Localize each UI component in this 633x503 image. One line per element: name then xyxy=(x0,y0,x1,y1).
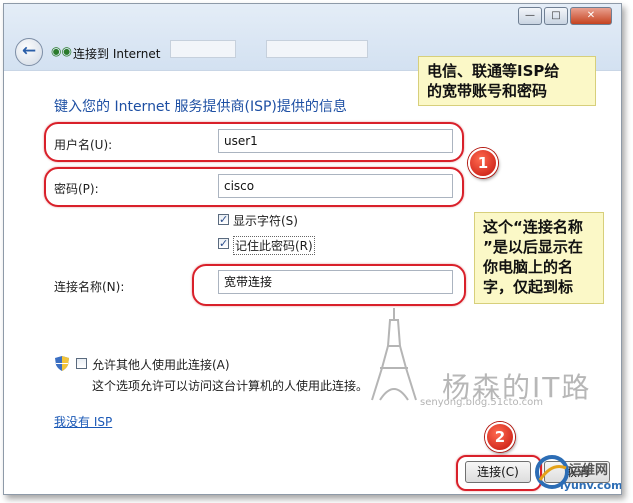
connection-name-input[interactable]: 宽带连接 xyxy=(218,270,453,294)
connect-dialog: — □ ✕ ← ◉◉ 连接到 Internet 电信、联通等ISP给 的宽带账号… xyxy=(3,3,622,495)
maximize-button[interactable]: □ xyxy=(544,7,568,25)
page-heading: 键入您的 Internet 服务提供商(ISP)提供的信息 xyxy=(54,99,347,115)
step-2-badge: 2 xyxy=(485,422,515,452)
allow-others-description: 这个选项允许可以访问这台计算机的人使用此连接。 xyxy=(92,379,369,393)
password-label: 密码(P): xyxy=(54,182,99,196)
minimize-button[interactable]: — xyxy=(518,7,542,25)
note-line: 这个“连接名称 xyxy=(483,218,583,236)
show-chars-checkbox[interactable]: ✓ xyxy=(218,214,229,225)
connection-name-note: 这个“连接名称 ”是以后显示在 你电脑上的名 字，仅起到标 xyxy=(474,212,604,304)
address-field xyxy=(170,40,236,58)
note-line: 的宽带账号和密码 xyxy=(427,82,548,100)
connection-name-label: 连接名称(N): xyxy=(54,280,125,294)
close-button[interactable]: ✕ xyxy=(570,7,612,25)
allow-others-label: 允许其他人使用此连接(A) xyxy=(92,358,230,372)
allow-others-checkbox[interactable] xyxy=(76,358,87,369)
remember-password-label: 记住此密码(R) xyxy=(233,236,315,255)
window-title: 连接到 Internet xyxy=(73,47,161,61)
remember-password-checkbox[interactable]: ✓ xyxy=(218,238,229,249)
note-line: 电信、联通等ISP给 xyxy=(427,62,560,80)
network-globe-icon: ◉◉ xyxy=(51,44,72,58)
site-logo-name: 运维网 xyxy=(569,463,609,478)
connect-button[interactable]: 连接(C) xyxy=(465,461,531,483)
password-input[interactable]: cisco xyxy=(218,174,453,198)
isp-account-note: 电信、联通等ISP给 的宽带账号和密码 xyxy=(418,56,596,106)
username-label: 用户名(U): xyxy=(54,138,113,152)
step-1-badge: 1 xyxy=(468,148,498,178)
note-line: 你电脑上的名 xyxy=(483,258,574,276)
back-arrow-icon[interactable]: ← xyxy=(15,38,43,66)
watermark-url: senyong.blog.51cto.com xyxy=(420,397,543,408)
note-line: ”是以后显示在 xyxy=(483,238,583,256)
no-isp-link[interactable]: 我没有 ISP xyxy=(54,413,112,430)
note-line: 字，仅起到标 xyxy=(483,278,574,296)
username-input[interactable]: user1 xyxy=(218,129,453,153)
show-chars-label: 显示字符(S) xyxy=(233,214,298,228)
site-logo-url: iyunv.com xyxy=(560,479,622,492)
uac-shield-icon xyxy=(55,356,69,371)
eiffel-tower-icon xyxy=(371,308,417,401)
search-field xyxy=(266,40,368,58)
